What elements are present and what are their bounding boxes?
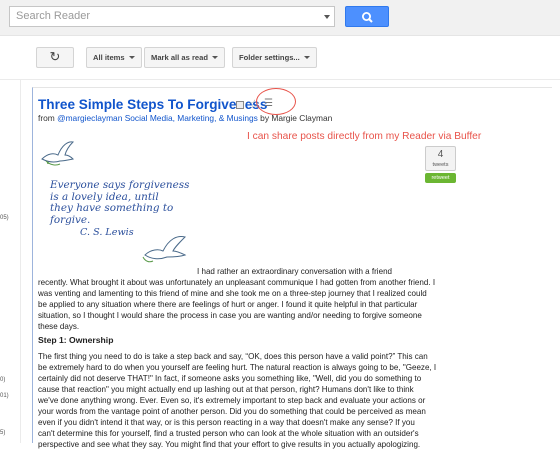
- entry-title-link[interactable]: Three Simple Steps To Forgiveness: [38, 97, 267, 112]
- quote-line: forgive.: [50, 213, 91, 226]
- body-line: be applied to any situation where there …: [38, 300, 418, 309]
- body-line: can't determine this for yourself, find …: [38, 429, 419, 438]
- body-line: certainly did not deserve THAT!" In fact…: [38, 374, 422, 383]
- mark-all-read-button[interactable]: Mark all as read: [144, 47, 225, 68]
- search-input[interactable]: Search Reader: [9, 6, 335, 27]
- gutter-count: 0): [0, 377, 6, 383]
- chevron-down-icon: [128, 56, 135, 59]
- body-line: even if you didn't intend it that way, o…: [38, 418, 415, 427]
- retweet-button[interactable]: retweet: [425, 173, 456, 183]
- entry-byline: from @margieclayman Social Media, Market…: [38, 113, 332, 123]
- body-line: recently. What brought it about was unfo…: [38, 278, 436, 287]
- body-line: these days.: [38, 322, 80, 331]
- body-line: situation, so I thought I would share th…: [38, 311, 422, 320]
- external-link-icon[interactable]: [236, 101, 244, 109]
- quote-author: C. S. Lewis: [80, 227, 134, 238]
- tweet-count-box[interactable]: 4 tweets: [425, 146, 456, 171]
- search-options-chevron-icon[interactable]: [324, 15, 330, 19]
- author-name: Margie Clayman: [271, 113, 333, 123]
- body-line: I had rather an extraordinary conversati…: [197, 267, 393, 276]
- chevron-down-icon: [303, 56, 310, 59]
- top-bar: Search Reader: [0, 0, 560, 36]
- body-line: be extremely hard to do when you yoursel…: [38, 363, 437, 372]
- body-line: The first thing you need to do is take a…: [38, 352, 428, 361]
- body-line: perspective and see what they say. You m…: [38, 440, 421, 449]
- source-link[interactable]: @margieclayman Social Media, Marketing, …: [57, 113, 258, 123]
- body-line: was venting and lamenting to this friend…: [38, 289, 427, 298]
- search-button[interactable]: [345, 6, 389, 27]
- from-label: from: [38, 113, 55, 123]
- gutter-count: 5): [0, 430, 6, 436]
- folder-settings-label: Folder settings...: [239, 53, 300, 62]
- body-line: we've done anything wrong. Ever. Even so…: [38, 396, 426, 405]
- highlight-circle: [256, 88, 296, 115]
- refresh-icon: ↻: [49, 49, 61, 64]
- tweet-label: tweets: [432, 162, 449, 168]
- search-icon: [361, 12, 373, 23]
- by-label: by: [260, 113, 270, 123]
- search-placeholder: Search Reader: [16, 10, 90, 22]
- quote-line: Everyone says forgiveness: [50, 179, 190, 191]
- gutter-count: 05): [0, 215, 9, 221]
- body-line: your words from the vantage point of ano…: [38, 407, 426, 416]
- tweet-count: 4: [437, 149, 444, 160]
- annotation-text: I can share posts directly from my Reade…: [247, 131, 482, 142]
- dove-image: [142, 236, 187, 263]
- reader-toolbar: ↻ All items Mark all as read Folder sett…: [0, 36, 560, 80]
- body-line: cause that reaction" you might actually …: [38, 385, 414, 394]
- all-items-label: All items: [93, 53, 125, 62]
- quote-block: Everyone says forgiveness is a lovely id…: [50, 179, 190, 226]
- chevron-down-icon: [212, 56, 218, 59]
- folder-settings-dropdown[interactable]: Folder settings...: [232, 47, 317, 68]
- gutter-count: 01): [0, 393, 9, 399]
- section-heading: Step 1: Ownership: [38, 335, 114, 345]
- mark-all-read-label: Mark all as read: [151, 53, 208, 62]
- gutter-divider: [20, 80, 21, 443]
- dove-image: [41, 141, 75, 166]
- refresh-button[interactable]: ↻: [36, 47, 74, 68]
- all-items-dropdown[interactable]: All items: [86, 47, 142, 68]
